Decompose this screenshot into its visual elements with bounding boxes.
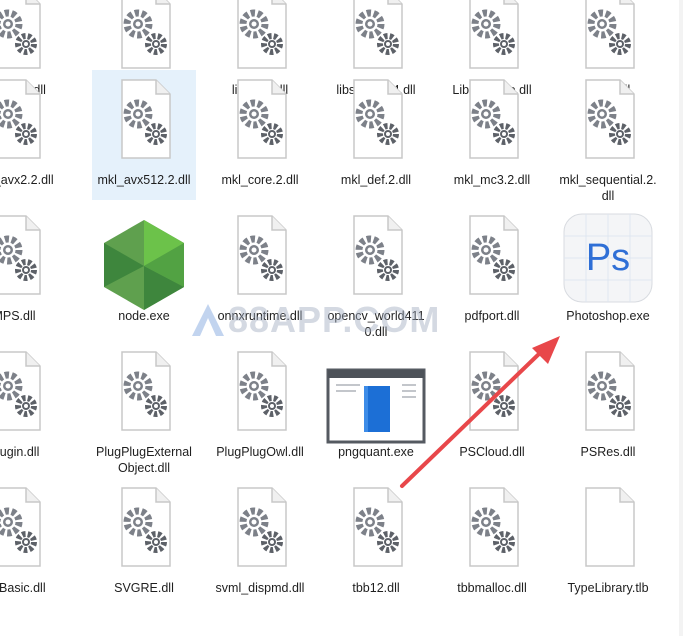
file-name-label: onnxruntime.dll [217, 309, 303, 323]
dll-file-icon [0, 484, 66, 575]
file-item[interactable]: MPS.dll [0, 206, 66, 336]
dll-file-icon [0, 0, 66, 77]
file-name-label: pngquant.exe [338, 445, 414, 459]
dll-file-icon [440, 212, 544, 303]
dll-file-icon [0, 76, 66, 167]
dll-file-icon [556, 348, 660, 439]
file-name-label: SPBasic.dll [0, 581, 46, 595]
dll-file-icon [324, 76, 428, 167]
dll-file-icon [440, 484, 544, 575]
dll-file-icon [208, 484, 312, 575]
dll-file-icon [440, 0, 544, 77]
file-name-label: mkl_mc3.2.dll [453, 173, 531, 187]
file-name-label: mkl_def.2.dll [340, 173, 412, 187]
dll-file-icon [556, 76, 660, 167]
file-item[interactable]: PlugPlugOwl.dll [208, 342, 312, 472]
file-name-label: MPS.dll [0, 309, 36, 323]
dll-file-icon [556, 0, 660, 77]
dll-file-icon [324, 0, 428, 77]
file-name-label: mkl_sequential.2.dll [559, 173, 657, 203]
file-item[interactable]: PSCloud.dll [440, 342, 544, 472]
file-name-label: PSCloud.dll [459, 445, 525, 459]
file-item[interactable]: Ps Photoshop.exe [556, 206, 660, 336]
file-item[interactable]: mkl_avx2.2.dll [0, 70, 66, 200]
dll-file-icon [208, 0, 312, 77]
dll-file-icon [0, 348, 66, 439]
file-icon-grid: ifcoremd.dll libiomp5md.dll libmmd.dll [0, 0, 683, 636]
file-item[interactable]: mkl_sequential.2.dll [556, 70, 660, 203]
file-item[interactable]: svml_dispmd.dll [208, 478, 312, 608]
nodejs-hexagon-icon [92, 216, 196, 317]
dll-file-icon [0, 212, 66, 303]
file-name-label: PlugPlugOwl.dll [216, 445, 304, 459]
file-name-label: Plugin.dll [0, 445, 40, 459]
file-name-label: node.exe [118, 309, 170, 323]
file-name-label: SVGRE.dll [114, 581, 174, 595]
file-name-label: tbb12.dll [352, 581, 400, 595]
file-name-label: pdfport.dll [464, 309, 520, 323]
dll-file-icon [324, 484, 428, 575]
svg-text:Ps: Ps [586, 237, 630, 279]
file-name-label: TypeLibrary.tlb [567, 581, 649, 595]
dll-file-icon [208, 76, 312, 167]
vertical-scrollbar[interactable] [679, 0, 683, 636]
dll-file-icon [92, 348, 196, 439]
file-item[interactable]: tbb12.dll [324, 478, 428, 608]
file-item[interactable]: PlugPlugExternalObject.dll [92, 342, 196, 475]
file-name-label: mkl_core.2.dll [221, 173, 299, 187]
file-item[interactable]: Plugin.dll [0, 342, 66, 472]
dll-file-icon [208, 212, 312, 303]
file-item[interactable]: mkl_def.2.dll [324, 70, 428, 200]
dll-file-icon [92, 0, 196, 77]
file-name-label: opencv_world4110.dll [327, 309, 425, 339]
file-item[interactable]: node.exe [92, 206, 196, 336]
file-item[interactable]: TypeLibrary.tlb [556, 478, 660, 608]
file-name-label: mkl_avx2.2.dll [0, 173, 54, 187]
file-name-label: svml_dispmd.dll [215, 581, 305, 595]
file-name-label: PSRes.dll [580, 445, 636, 459]
file-item[interactable]: PSRes.dll [556, 342, 660, 472]
file-item[interactable]: onnxruntime.dll [208, 206, 312, 336]
photoshop-app-icon: Ps [556, 212, 660, 309]
file-name-label: PlugPlugExternalObject.dll [96, 445, 192, 475]
file-item[interactable]: pngquant.exe [324, 342, 428, 472]
file-item[interactable]: SPBasic.dll [0, 478, 66, 608]
dll-file-icon [92, 484, 196, 575]
file-name-label: mkl_avx512.2.dll [97, 173, 191, 187]
file-name-label: Photoshop.exe [566, 309, 650, 323]
file-item[interactable]: opencv_world4110.dll [324, 206, 428, 339]
file-item[interactable]: SVGRE.dll [92, 478, 196, 608]
file-item[interactable]: pdfport.dll [440, 206, 544, 336]
blank-file-icon [556, 484, 660, 575]
dll-file-icon [92, 76, 196, 167]
dll-file-icon [440, 348, 544, 439]
file-item[interactable]: tbbmalloc.dll [440, 478, 544, 608]
file-item[interactable]: mkl_avx512.2.dll [92, 70, 196, 200]
dll-file-icon [440, 76, 544, 167]
file-name-label: tbbmalloc.dll [457, 581, 527, 595]
file-item[interactable]: mkl_core.2.dll [208, 70, 312, 200]
dll-file-icon [208, 348, 312, 439]
dll-file-icon [324, 212, 428, 303]
window-app-icon [324, 368, 428, 449]
file-item[interactable]: mkl_mc3.2.dll [440, 70, 544, 200]
